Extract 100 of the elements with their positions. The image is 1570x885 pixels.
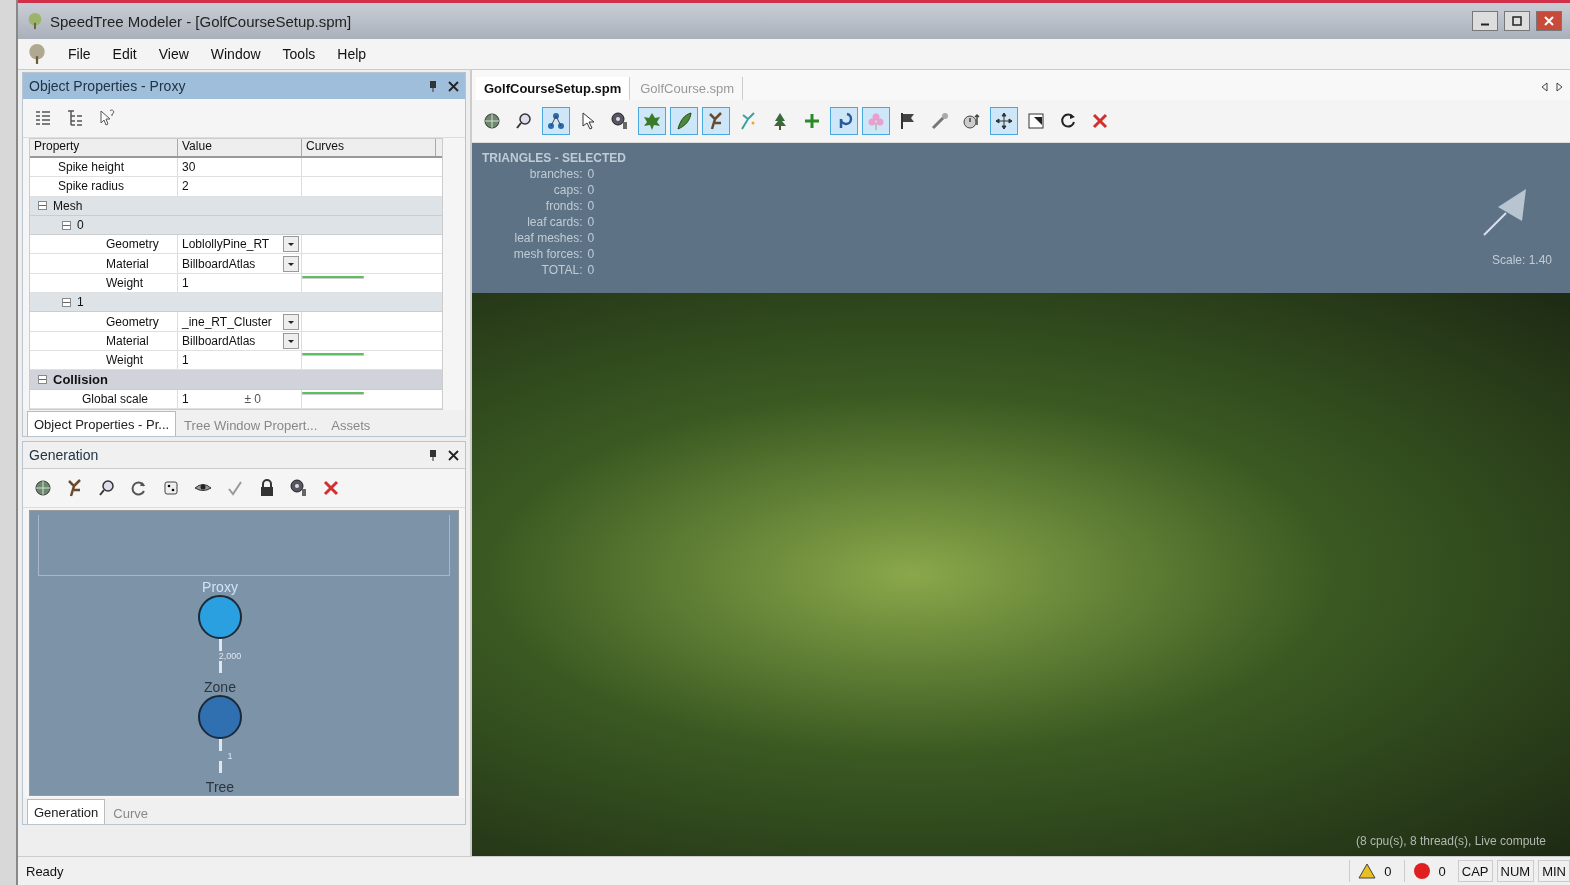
stat-label: mesh forces: xyxy=(512,247,583,261)
stat-label: leaf meshes: xyxy=(513,231,583,245)
stat-value: 0 xyxy=(587,167,596,181)
property-value[interactable]: 1 xyxy=(182,353,189,368)
menu-item[interactable]: File xyxy=(66,44,93,64)
panel-tab[interactable]: Generation xyxy=(27,799,106,824)
move-button[interactable] xyxy=(990,107,1018,135)
menu-item[interactable]: View xyxy=(156,44,191,64)
link-value: 2,000 xyxy=(218,651,242,661)
property-name: Weight xyxy=(30,351,178,370)
key-indicator: NUM xyxy=(1496,860,1535,882)
zoom-icon xyxy=(514,111,534,131)
property-value[interactable]: 1 xyxy=(182,391,189,406)
leaf-icon xyxy=(642,111,662,131)
plus-icon xyxy=(802,111,822,131)
property-value[interactable]: BillboardAtlas xyxy=(182,256,256,271)
move-icon xyxy=(994,111,1014,131)
warning-icon xyxy=(1358,863,1377,879)
minimize-icon xyxy=(1480,22,1490,26)
menu-item[interactable]: Tools xyxy=(280,44,318,64)
panel-tab[interactable]: Object Properties - Pr... xyxy=(27,411,177,436)
stats-title: TRIANGLES - SELECTED xyxy=(482,151,626,165)
nodes-button[interactable] xyxy=(542,107,570,135)
stat-value: 0 xyxy=(587,231,596,245)
property-name: Weight xyxy=(30,273,178,293)
property-value[interactable]: 1 xyxy=(182,275,189,290)
dropdown-icon[interactable] xyxy=(283,313,299,330)
property-value[interactable]: _ine_RT_Cluster xyxy=(182,314,272,329)
property-value[interactable]: BillboardAtlas xyxy=(182,333,256,348)
error-count: 0 xyxy=(1438,863,1446,879)
property-name: Spike height xyxy=(30,157,178,177)
pin-icon[interactable] xyxy=(428,80,438,92)
window-title: SpeedTree Modeler - [GolfCourseSetup.spm] xyxy=(50,12,353,30)
group-name: 0 xyxy=(77,218,84,232)
property-name: Geometry xyxy=(30,312,178,331)
menu-item[interactable]: Edit xyxy=(110,44,139,64)
node-label: Zone xyxy=(204,679,236,695)
globe-icon xyxy=(33,478,53,498)
hook-button[interactable] xyxy=(830,107,858,135)
branch-button[interactable] xyxy=(702,107,730,135)
tool-icon xyxy=(930,111,950,131)
document-tab[interactable]: GolfCourseSetup.spm xyxy=(476,77,631,100)
menu-item[interactable]: Help xyxy=(335,44,369,64)
close-button[interactable] xyxy=(1536,11,1562,31)
menu-item[interactable]: Window xyxy=(208,44,263,64)
stat-label: leaf cards: xyxy=(526,215,583,229)
zoom-icon xyxy=(97,478,117,498)
property-name: Spike radius xyxy=(30,177,178,196)
categorized-icon xyxy=(33,108,53,128)
stat-value: 0 xyxy=(587,215,596,229)
close-icon[interactable] xyxy=(448,80,459,92)
dropdown-icon[interactable] xyxy=(283,332,299,349)
generator-node[interactable] xyxy=(198,695,242,739)
stat-label: caps: xyxy=(552,183,583,197)
resize-icon xyxy=(1026,111,1046,131)
help-icon xyxy=(97,108,117,128)
scale-readout: Scale: 1.40 xyxy=(1491,253,1552,267)
status-text: Ready xyxy=(26,863,65,879)
property-value[interactable]: LoblollyPine_RT xyxy=(182,237,270,252)
column-header[interactable]: Property xyxy=(30,139,178,156)
minimize-button[interactable] xyxy=(1472,11,1498,31)
collapse-toggle[interactable] xyxy=(38,375,47,384)
column-header[interactable]: Value xyxy=(178,139,302,156)
gear-icon xyxy=(610,111,630,131)
stopwatch-icon xyxy=(962,111,982,131)
tree-list-icon xyxy=(65,108,85,128)
gear-icon xyxy=(289,478,309,498)
stat-label: fronds: xyxy=(544,199,583,213)
property-value[interactable]: 30 xyxy=(182,160,196,175)
dice-icon xyxy=(161,478,181,498)
stat-label: branches: xyxy=(528,167,583,181)
leaf-button[interactable] xyxy=(638,107,666,135)
frond-button[interactable] xyxy=(670,107,698,135)
stat-value: 0 xyxy=(587,183,596,197)
maximize-icon xyxy=(1512,16,1522,26)
forest-render-viewport[interactable]: TRIANGLES - SELECTED branches: 0 caps: 0 fronds: 0 leaf cards: 0 leaf meshes: 0 mesh forces: 0 TOTAL: 0 Scale: 1.40 (8 cpu(s), 8 thread(s), Live compute xyxy=(472,143,1570,856)
node-label: Proxy xyxy=(202,579,238,595)
column-header[interactable]: Curves xyxy=(302,139,436,156)
delete-icon xyxy=(1090,111,1110,131)
generator-node[interactable] xyxy=(198,595,242,639)
group-name: 1 xyxy=(77,295,84,310)
collapse-toggle[interactable] xyxy=(38,201,47,211)
sparkle-icon xyxy=(738,111,758,131)
node-label: Tree xyxy=(205,779,235,795)
collapse-toggle[interactable] xyxy=(62,297,71,307)
dropdown-icon[interactable] xyxy=(283,255,299,272)
scroll-right-icon[interactable] xyxy=(1556,82,1564,92)
group-name: Mesh xyxy=(53,198,83,213)
stat-value: 0 xyxy=(587,199,596,213)
close-icon xyxy=(1544,16,1554,26)
delete-icon xyxy=(321,478,341,498)
property-value[interactable]: 2 xyxy=(182,179,189,194)
app-tree-icon xyxy=(26,12,44,30)
dropdown-icon[interactable] xyxy=(283,236,299,253)
nodes-icon xyxy=(546,111,566,131)
variance-value[interactable]: ± 0 xyxy=(244,391,261,406)
maximize-button[interactable] xyxy=(1504,11,1530,31)
scroll-left-icon[interactable] xyxy=(1540,82,1548,92)
collapse-toggle[interactable] xyxy=(62,220,71,230)
stat-label: TOTAL: xyxy=(540,263,583,277)
